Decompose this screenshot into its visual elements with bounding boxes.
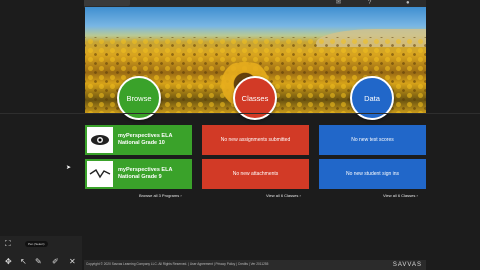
classes-status-text: No new attachments	[232, 171, 279, 177]
user-icon[interactable]: ●	[406, 0, 410, 6]
program-title-line: National Grade 9	[118, 173, 162, 180]
classes-status-tile[interactable]: No new attachments	[202, 159, 309, 189]
copyright-text: Copyright © 2020 Savvas Learning Company…	[86, 262, 269, 266]
footer: Copyright © 2020 Savvas Learning Company…	[84, 260, 426, 270]
eye-icon	[91, 135, 109, 145]
program-title-line: National Grade 10	[118, 139, 165, 146]
data-status-tile[interactable]: No new student sign ins	[319, 159, 426, 189]
close-icon[interactable]: ✕	[69, 258, 76, 266]
program-thumbnail	[87, 127, 113, 153]
browse-label: Browse	[126, 93, 152, 103]
program-tile[interactable]: myPerspectives ELA National Grade 9	[85, 159, 192, 189]
program-title: myPerspectives ELA National Grade 9	[118, 167, 172, 180]
divider	[0, 113, 480, 114]
message-icon[interactable]: ✉	[336, 0, 341, 6]
book-cover-icon	[89, 169, 111, 179]
program-title-line: myPerspectives ELA	[118, 133, 173, 139]
classes-status-text: No new assignments submitted	[220, 137, 291, 143]
tool-tooltip: Pen (Select)	[25, 241, 48, 247]
crop-icon[interactable]: ⛶	[5, 240, 11, 248]
program-title: myPerspectives ELA National Grade 10	[118, 133, 172, 146]
pen-icon[interactable]: ✎	[35, 258, 42, 266]
view-data-link[interactable]: View all 6 Classes ›	[383, 193, 418, 198]
mouse-cursor-icon: ➤	[66, 165, 72, 171]
program-title-line: myPerspectives ELA	[118, 167, 173, 173]
pointer-icon[interactable]: ✥	[5, 258, 12, 266]
classes-status-tile[interactable]: No new assignments submitted	[202, 125, 309, 155]
pointer-icon[interactable]: ↖	[20, 258, 27, 266]
data-status-text: No new student sign ins	[345, 171, 400, 177]
brand-tab[interactable]	[84, 0, 130, 6]
browse-programs-link[interactable]: Browse all 3 Programs ›	[139, 193, 182, 198]
data-label: Data	[364, 93, 380, 103]
classes-label: Classes	[241, 93, 269, 103]
help-icon[interactable]: ?	[368, 0, 371, 6]
program-tile[interactable]: myPerspectives ELA National Grade 10	[85, 125, 192, 155]
savvas-logo: SAVVAS	[392, 262, 422, 268]
view-classes-link[interactable]: View all 6 Classes ›	[266, 193, 301, 198]
data-status-text: No new test scores	[351, 137, 394, 143]
highlighter-icon[interactable]: ✐	[52, 258, 59, 266]
screen: ✉ ? ● Browse Classes Data myPerspectives…	[0, 0, 480, 270]
program-thumbnail	[87, 161, 113, 187]
data-status-tile[interactable]: No new test scores	[319, 125, 426, 155]
